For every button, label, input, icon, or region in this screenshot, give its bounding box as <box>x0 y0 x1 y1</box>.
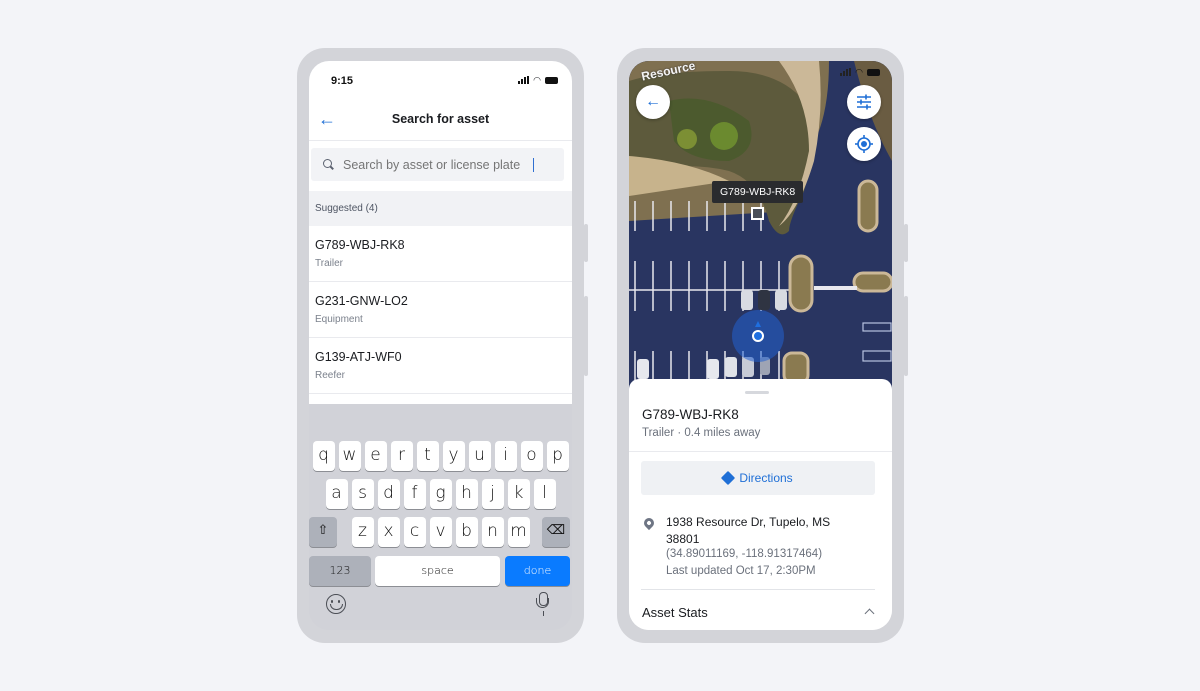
suggested-header: Suggested (4) <box>309 191 572 226</box>
wifi-icon: ◠ <box>855 67 863 77</box>
key-c[interactable]: c <box>403 517 426 547</box>
heading-arrow-icon <box>755 321 761 327</box>
sliders-icon <box>857 94 871 110</box>
shift-key[interactable]: ⇧ <box>309 517 337 547</box>
battery-icon <box>867 68 880 76</box>
page-title: Search for asset <box>391 112 490 126</box>
signal-icon <box>518 76 530 84</box>
key-t[interactable]: t <box>416 441 439 471</box>
emoji-icon[interactable] <box>326 594 346 614</box>
asset-type: Trailer <box>315 258 343 269</box>
key-i[interactable]: i <box>494 441 517 471</box>
asset-type: Reefer <box>315 370 346 381</box>
key-w[interactable]: w <box>338 441 361 471</box>
key-y[interactable]: y <box>442 441 465 471</box>
key-n[interactable]: n <box>481 517 504 547</box>
directions-button[interactable]: Directions <box>641 461 875 495</box>
last-updated: Last updated Oct 17, 2:30PM <box>666 565 816 577</box>
signal-icon <box>840 68 852 76</box>
crosshair-icon <box>855 135 873 153</box>
status-bar: ◠ <box>840 67 880 77</box>
suggestion-item[interactable]: G231-GNW-LO2 Equipment <box>309 282 572 338</box>
satellite-map[interactable]: Resource ◠ ← G789-WBJ-RK8 <box>629 61 892 391</box>
wifi-icon: ◠ <box>533 75 541 85</box>
key-d[interactable]: d <box>377 479 400 509</box>
divider <box>641 589 875 590</box>
key-j[interactable]: j <box>481 479 504 509</box>
key-b[interactable]: b <box>455 517 478 547</box>
sheet-grabber[interactable] <box>745 391 769 394</box>
key-v[interactable]: v <box>429 517 452 547</box>
directions-icon <box>721 470 736 486</box>
keyboard-row-1: qwertyuiop <box>309 441 572 471</box>
asset-id: G789-WBJ-RK8 <box>315 238 405 252</box>
directions-label: Directions <box>739 471 793 485</box>
status-time: 9:15 <box>331 75 354 87</box>
search-box[interactable] <box>311 148 564 181</box>
backspace-key[interactable]: ⌫ <box>542 517 570 547</box>
search-screen: 9:15 ◠ ← Search for asset Suggested (4) … <box>309 61 572 630</box>
suggestion-item[interactable]: G139-ATJ-WF0 Reefer <box>309 338 572 394</box>
location-pin-icon <box>641 515 657 531</box>
asset-id: G231-GNW-LO2 <box>315 294 408 308</box>
filter-button[interactable] <box>847 85 881 119</box>
asset-detail-sheet: G789-WBJ-RK8 Trailer · 0.4 miles away Di… <box>629 379 892 630</box>
volume-button <box>584 224 588 262</box>
asset-marker[interactable] <box>751 207 764 220</box>
search-phone: 9:15 ◠ ← Search for asset Suggested (4) … <box>297 48 588 643</box>
my-location-button[interactable] <box>847 127 881 161</box>
key-e[interactable]: e <box>364 441 387 471</box>
key-m[interactable]: m <box>507 517 530 547</box>
suggestion-list: G789-WBJ-RK8 Trailer G231-GNW-LO2 Equipm… <box>309 226 572 404</box>
key-f[interactable]: f <box>403 479 426 509</box>
asset-tooltip: G789-WBJ-RK8 <box>712 181 804 203</box>
keyboard-row-3: ⇧ zxcvbnm ⌫ <box>309 517 572 547</box>
key-l[interactable]: l <box>533 479 556 509</box>
asset-address: 1938 Resource Dr, Tupelo, MS 38801 <box>666 515 831 546</box>
keyboard-row-2: asdfghjkl <box>309 479 572 509</box>
nav-bar: ← Search for asset <box>309 99 572 141</box>
key-a[interactable]: a <box>325 479 348 509</box>
key-h[interactable]: h <box>455 479 478 509</box>
volume-button <box>904 224 908 262</box>
key-u[interactable]: u <box>468 441 491 471</box>
asset-subtitle: Trailer · 0.4 miles away <box>642 427 761 439</box>
key-q[interactable]: q <box>312 441 335 471</box>
key-x[interactable]: x <box>377 517 400 547</box>
key-s[interactable]: s <box>351 479 374 509</box>
key-z[interactable]: z <box>351 517 374 547</box>
map-phone: Resource ◠ ← G789-WBJ-RK8 G789-WBJ-RK8 T… <box>617 48 908 643</box>
asset-coordinates: (34.89011169, -118.91317464) <box>666 548 823 560</box>
map-screen: Resource ◠ ← G789-WBJ-RK8 G789-WBJ-RK8 T… <box>629 61 892 630</box>
search-input[interactable] <box>343 157 533 172</box>
space-key[interactable]: space <box>375 556 500 586</box>
asset-title: G789-WBJ-RK8 <box>642 407 739 422</box>
keyboard: qwertyuiop asdfghjkl ⇧ zxcvbnm ⌫ 123 spa… <box>309 404 572 630</box>
back-button[interactable]: ← <box>636 85 670 119</box>
key-g[interactable]: g <box>429 479 452 509</box>
battery-icon <box>545 76 558 84</box>
key-o[interactable]: o <box>520 441 543 471</box>
divider <box>629 451 892 452</box>
user-location-marker <box>732 310 784 362</box>
status-bar: 9:15 ◠ <box>309 61 572 99</box>
done-key[interactable]: done <box>505 556 570 586</box>
key-p[interactable]: p <box>546 441 569 471</box>
asset-id: G139-ATJ-WF0 <box>315 350 402 364</box>
power-button <box>584 296 588 376</box>
key-r[interactable]: r <box>390 441 413 471</box>
power-button <box>904 296 908 376</box>
suggestion-item[interactable]: G789-WBJ-RK8 Trailer <box>309 226 572 282</box>
chevron-up-icon[interactable] <box>864 608 875 619</box>
asset-stats-header[interactable]: Asset Stats <box>642 605 708 620</box>
text-caret <box>533 157 534 172</box>
arrow-left-icon: ← <box>645 93 661 110</box>
key-k[interactable]: k <box>507 479 530 509</box>
search-icon <box>323 158 335 171</box>
asset-type: Equipment <box>315 314 363 325</box>
numbers-key[interactable]: 123 <box>309 556 371 586</box>
